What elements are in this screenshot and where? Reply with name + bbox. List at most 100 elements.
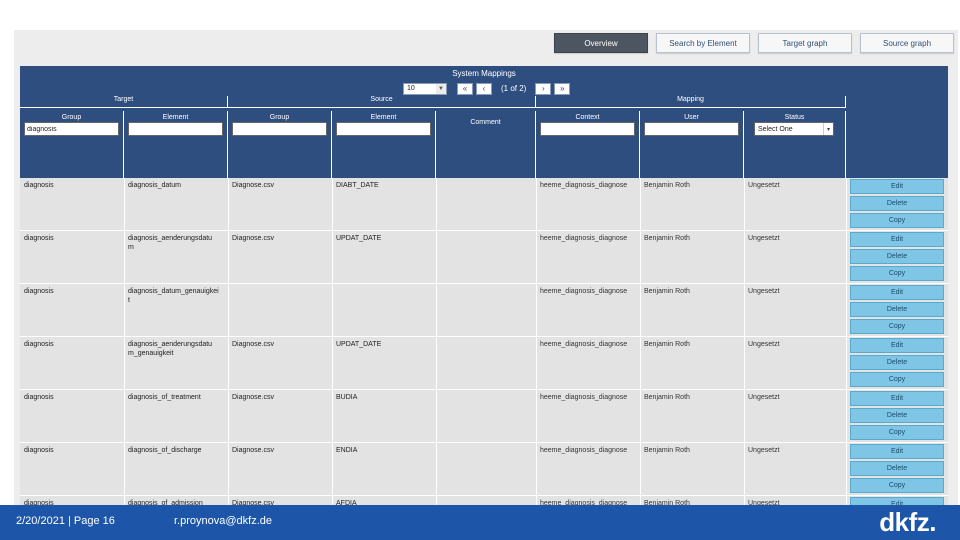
cell-status: Ungesetzt [748,235,780,242]
row-actions: Edit Delete Copy [850,444,944,493]
delete-button[interactable]: Delete [850,249,944,264]
column-divider [436,337,437,389]
edit-button[interactable]: Edit [850,179,944,194]
column-divider [846,284,847,336]
column-divider [124,178,125,230]
cell-context: heeme_diagnosis_diagnose [540,288,628,295]
row-actions: EditDeleteCopy [850,497,944,505]
column-divider [744,337,745,389]
copy-button[interactable]: Copy [850,425,944,440]
tab-source-graph[interactable]: Source graph [860,33,954,53]
delete-button[interactable]: Delete [850,461,944,476]
cell-user: Benjamin Roth [644,288,690,295]
edit-button[interactable]: Edit [850,444,944,459]
col-user: User [640,111,744,178]
table-row: diagnosis diagnosis_datum Diagnose.csv DIAB… [20,178,948,231]
column-divider [846,337,847,389]
edit-button[interactable]: Edit [850,285,944,300]
edit-button[interactable]: Edit [850,391,944,406]
cell-target-element: diagnosis_aenderungsdatu m [128,235,213,251]
copy-button[interactable]: Copy [850,213,944,228]
col-label: Element [162,114,189,121]
edit-button[interactable]: Edit [850,338,944,353]
table-row: diagnosis diagnosis_of_treatment Diagnose.… [20,390,948,443]
row-actions: Edit Delete Copy [850,391,944,440]
last-page-button[interactable]: » [554,82,571,95]
target-element-filter-input[interactable] [128,122,223,136]
table-row: diagnosis diagnosis_of_admission Diagnose.… [20,496,948,505]
column-divider [228,178,229,230]
cell-source-group: Diagnose.csv [232,235,275,242]
chevron-down-icon: ▾ [823,123,833,135]
cell-target-group: diagnosis [24,447,54,454]
column-divider [536,337,537,389]
footer-date-page: 2/20/2021 | Page 16 [16,515,115,527]
column-divider [744,496,745,505]
cell-context: heeme_diagnosis_diagnose [540,235,628,242]
col-label: Element [370,114,397,121]
cell-source-group: Diagnose.csv [232,341,275,348]
copy-button[interactable]: Copy [850,266,944,281]
row-actions: Edit Delete Copy [850,232,944,281]
column-divider [744,231,745,283]
copy-button[interactable]: Copy [850,478,944,493]
column-divider [640,337,641,389]
column-divider [536,496,537,505]
column-divider [332,390,333,442]
cell-status: Ungesetzt [748,182,780,189]
target-group-filter-input[interactable] [24,122,119,136]
page-size-select[interactable]: 10 ▼ [403,82,447,95]
cell-context: heeme_diagnosis_diagnose [540,182,628,189]
col-label: Context [575,114,600,121]
column-divider [228,337,229,389]
status-filter-select[interactable]: Select One ▾ [754,122,834,136]
col-label: Status [784,114,805,121]
first-page-button[interactable]: « [457,82,473,95]
table-header: System Mappings 10 ▼ « ‹ (1 of 2) › » Ta… [20,66,948,178]
delete-button[interactable]: Delete [850,355,944,370]
col-source-group: Group [228,111,332,178]
dkfz-logo: dkfz. [879,507,936,537]
tab-target-graph[interactable]: Target graph [758,33,852,53]
group-header-source: Source [228,96,536,108]
tab-search-by-element[interactable]: Search by Element [656,33,750,53]
context-filter-input[interactable] [540,122,635,136]
copy-button[interactable]: Copy [850,372,944,387]
column-divider [124,390,125,442]
paginator: 10 ▼ « ‹ (1 of 2) › » [403,82,571,95]
column-divider [744,284,745,336]
column-divider [228,390,229,442]
cell-source-element: DIABT_DATE [336,182,379,189]
column-divider [228,231,229,283]
user-filter-input[interactable] [644,122,739,136]
source-group-filter-input[interactable] [232,122,327,136]
edit-button[interactable]: Edit [850,232,944,247]
delete-button[interactable]: Delete [850,196,944,211]
column-divider [332,178,333,230]
delete-button[interactable]: Delete [850,302,944,317]
tab-overview[interactable]: Overview [554,33,648,53]
status-select-value: Select One [758,125,793,133]
column-group-headers: Target Source Mapping [20,96,948,108]
col-source-element: Element [332,111,436,178]
column-divider [124,284,125,336]
row-actions: Edit Delete Copy [850,338,944,387]
cell-source-group: Diagnose.csv [232,394,275,401]
edit-button[interactable]: Edit [850,497,944,505]
delete-button[interactable]: Delete [850,408,944,423]
cell-target-group: diagnosis [24,341,54,348]
next-page-button[interactable]: › [535,82,552,95]
cell-context: heeme_diagnosis_diagnose [540,394,628,401]
copy-button[interactable]: Copy [850,319,944,334]
chevron-down-icon: ▼ [436,83,446,94]
column-headers: Group Element Group Element Comment [20,111,948,178]
column-divider [640,284,641,336]
column-divider [436,443,437,495]
table-body: diagnosis diagnosis_datum Diagnose.csv DIAB… [20,178,948,505]
cell-user: Benjamin Roth [644,182,690,189]
column-divider [536,178,537,230]
source-element-filter-input[interactable] [336,122,431,136]
row-actions: Edit Delete Copy [850,179,944,228]
prev-page-button[interactable]: ‹ [476,82,492,95]
column-divider [744,390,745,442]
